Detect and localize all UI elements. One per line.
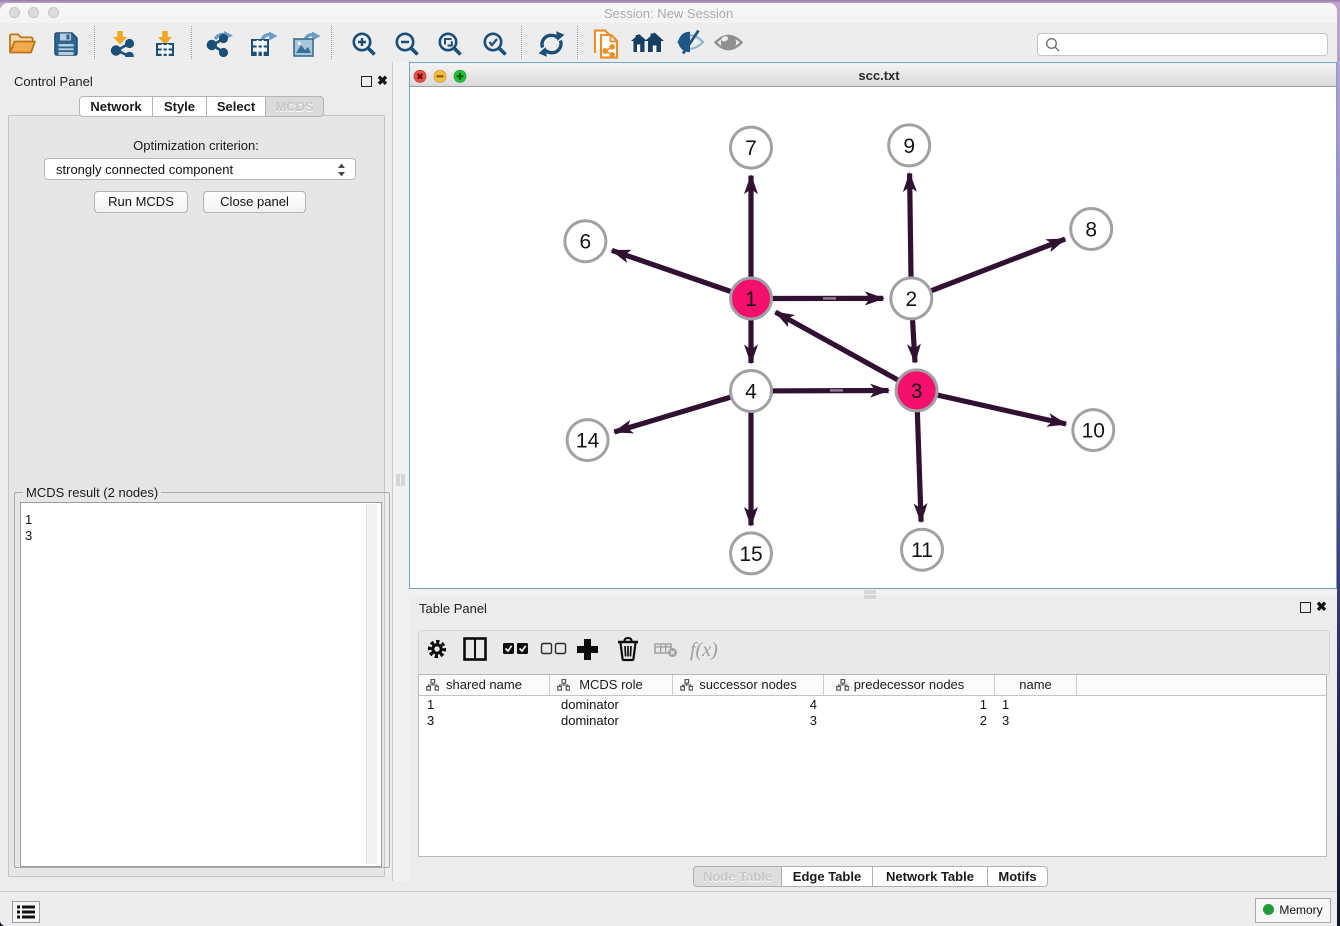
svg-text:6: 6 bbox=[580, 231, 592, 254]
svg-text:2: 2 bbox=[905, 288, 917, 311]
svg-text:14: 14 bbox=[576, 430, 600, 453]
svg-text:10: 10 bbox=[1082, 420, 1105, 443]
svg-text:9: 9 bbox=[903, 135, 915, 158]
svg-text:f(x): f(x) bbox=[690, 639, 718, 661]
svg-text:4: 4 bbox=[745, 381, 757, 404]
svg-text:11: 11 bbox=[911, 539, 933, 562]
svg-text:1: 1 bbox=[745, 288, 757, 311]
svg-text:3: 3 bbox=[911, 380, 923, 403]
svg-text:8: 8 bbox=[1085, 219, 1097, 242]
svg-text:7: 7 bbox=[745, 137, 757, 160]
svg-text:15: 15 bbox=[739, 543, 762, 566]
